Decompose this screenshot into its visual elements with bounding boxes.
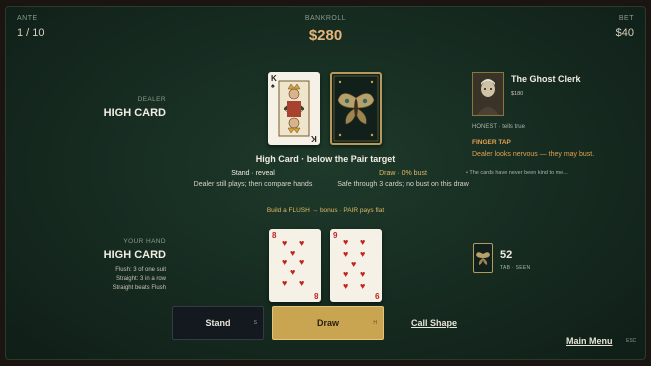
king-portrait-icon [278, 80, 310, 137]
heart-icon: ♥ [290, 248, 296, 258]
stand-key-hint: S [253, 320, 257, 326]
player-card-8-hearts: 8 ♥ ♥ ♥ ♥ ♥ ♥ ♥ ♥ 8 [269, 229, 321, 302]
stand-option-head: Stand · reveal [231, 170, 275, 177]
draw-button-label: Draw [316, 318, 339, 328]
stand-option-body: Dealer still plays; then compare hands [193, 181, 313, 188]
deck-subtitle: TAB · SEEN [500, 265, 531, 271]
hint-straight: Straight: 3 in a row [115, 276, 166, 282]
heart-icon: ♥ [299, 257, 305, 267]
deck-count: 52 [500, 249, 513, 261]
draw-option-head: Draw · 0% bust [379, 170, 427, 177]
heart-icon: ♥ [282, 238, 288, 248]
heart-icon: ♥ [343, 249, 349, 259]
hand-status-title: High Card · below the Pair target [255, 154, 396, 164]
npc-trait: HONEST · tells true [472, 124, 525, 130]
heart-icon: ♥ [360, 249, 366, 259]
heart-icon: ♥ [360, 237, 366, 247]
heart-icon: ♥ [290, 267, 296, 277]
bet-label: BET [618, 15, 634, 22]
heart-icon: ♥ [299, 278, 305, 288]
main-menu-key: ESC [626, 338, 637, 344]
npc-portrait [472, 72, 504, 116]
dealer-card-king-spades: K ♠ K [268, 72, 320, 145]
card-rank-bottom: K [311, 134, 317, 143]
player-hand-name: HIGH CARD [103, 249, 166, 261]
spade-icon: ♠ [271, 83, 275, 90]
heart-icon: ♥ [343, 237, 349, 247]
heart-icon: ♥ [343, 269, 349, 279]
heart-icon: ♥ [360, 281, 366, 291]
player-card-9-hearts: 9 ♥ ♥ ♥ ♥ ♥ ♥ ♥ ♥ ♥ 9 [330, 229, 382, 302]
bankroll-value: $280 [308, 27, 343, 44]
card-rank: 9 [333, 231, 338, 240]
npc-money: $180 [511, 91, 524, 97]
build-hint: Build a FLUSH → bonus · PAIR pays flat [266, 207, 385, 214]
hint-ranking: Straight beats Flush [112, 285, 166, 291]
heart-icon: ♥ [343, 281, 349, 291]
moth-card-back-icon [333, 75, 379, 142]
card-rank: K [271, 74, 277, 83]
dealer-hand-name: HIGH CARD [103, 107, 166, 119]
dealer-card-face-down [330, 72, 382, 145]
stand-button-label: Stand [205, 318, 231, 328]
npc-name: The Ghost Clerk [511, 74, 581, 84]
call-shape-link[interactable]: Call Shape [411, 318, 457, 328]
draw-button[interactable]: Draw H [272, 306, 384, 340]
bankroll-label: BANKROLL [304, 15, 347, 22]
heart-icon: ♥ [299, 238, 305, 248]
tell-description: Dealer looks nervous — they may bust. [472, 151, 595, 158]
player-label: YOUR HAND [123, 238, 166, 245]
heart-icon: ♥ [360, 269, 366, 279]
heart-icon: ♥ [282, 278, 288, 288]
heart-icon: ♥ [351, 259, 357, 269]
draw-option-body: Safe through 3 cards; no bust on this dr… [337, 181, 469, 188]
card-rank: 8 [272, 231, 277, 240]
bet-value: $40 [615, 27, 634, 39]
moth-deck-icon [476, 252, 490, 265]
main-menu-link[interactable]: Main Menu [566, 336, 613, 346]
card-rank-bottom: 8 [313, 291, 318, 300]
deck-pile[interactable] [473, 243, 493, 273]
draw-key-hint: H [373, 320, 377, 326]
stand-button[interactable]: Stand S [172, 306, 264, 340]
ghost-clerk-avatar-icon [473, 73, 503, 115]
dealer-label: DEALER [137, 96, 166, 103]
tell-name: FINGER TAP [472, 139, 511, 146]
npc-rumor: • The cards have never been kind to me..… [466, 170, 568, 176]
card-rank-bottom: 9 [374, 291, 379, 300]
hint-flush: Flush: 3 of one suit [115, 267, 166, 273]
heart-icon: ♥ [282, 257, 288, 267]
